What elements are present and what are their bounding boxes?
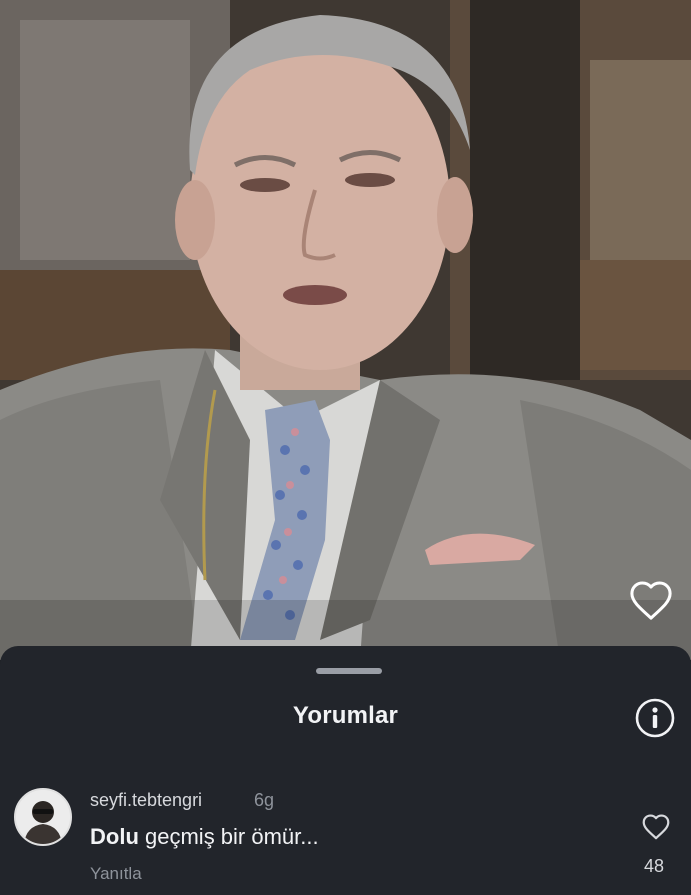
comment-like-count: 48 (643, 856, 665, 876)
comment-text: Dolu geçmiş bir ömür... (90, 824, 319, 850)
info-button[interactable] (634, 697, 676, 739)
post-photo (0, 0, 691, 660)
comment-username[interactable]: seyfi.tebtengri (90, 790, 202, 811)
reply-button[interactable]: Yanıtla (90, 864, 142, 884)
comment-like-button[interactable] (639, 814, 673, 844)
comment-time: 6g (254, 790, 275, 810)
heart-outline-icon (628, 579, 674, 621)
comments-sheet: Yorumlar seyfi.tebtengri 6g Dolu geçmiş … (0, 646, 691, 895)
sheet-title: Yorumlar (292, 702, 399, 729)
heart-outline-icon (641, 813, 671, 845)
comment-item: seyfi.tebtengri 6g Dolu geçmiş bir ömür.… (14, 784, 679, 884)
comment-text-rest: geçmiş bir ömür... (138, 824, 319, 849)
drag-handle[interactable] (316, 668, 382, 674)
comment-text-bold: Dolu (90, 824, 139, 849)
post-like-button[interactable] (627, 578, 675, 622)
avatar[interactable] (14, 788, 72, 846)
info-circle-icon (634, 698, 676, 743)
